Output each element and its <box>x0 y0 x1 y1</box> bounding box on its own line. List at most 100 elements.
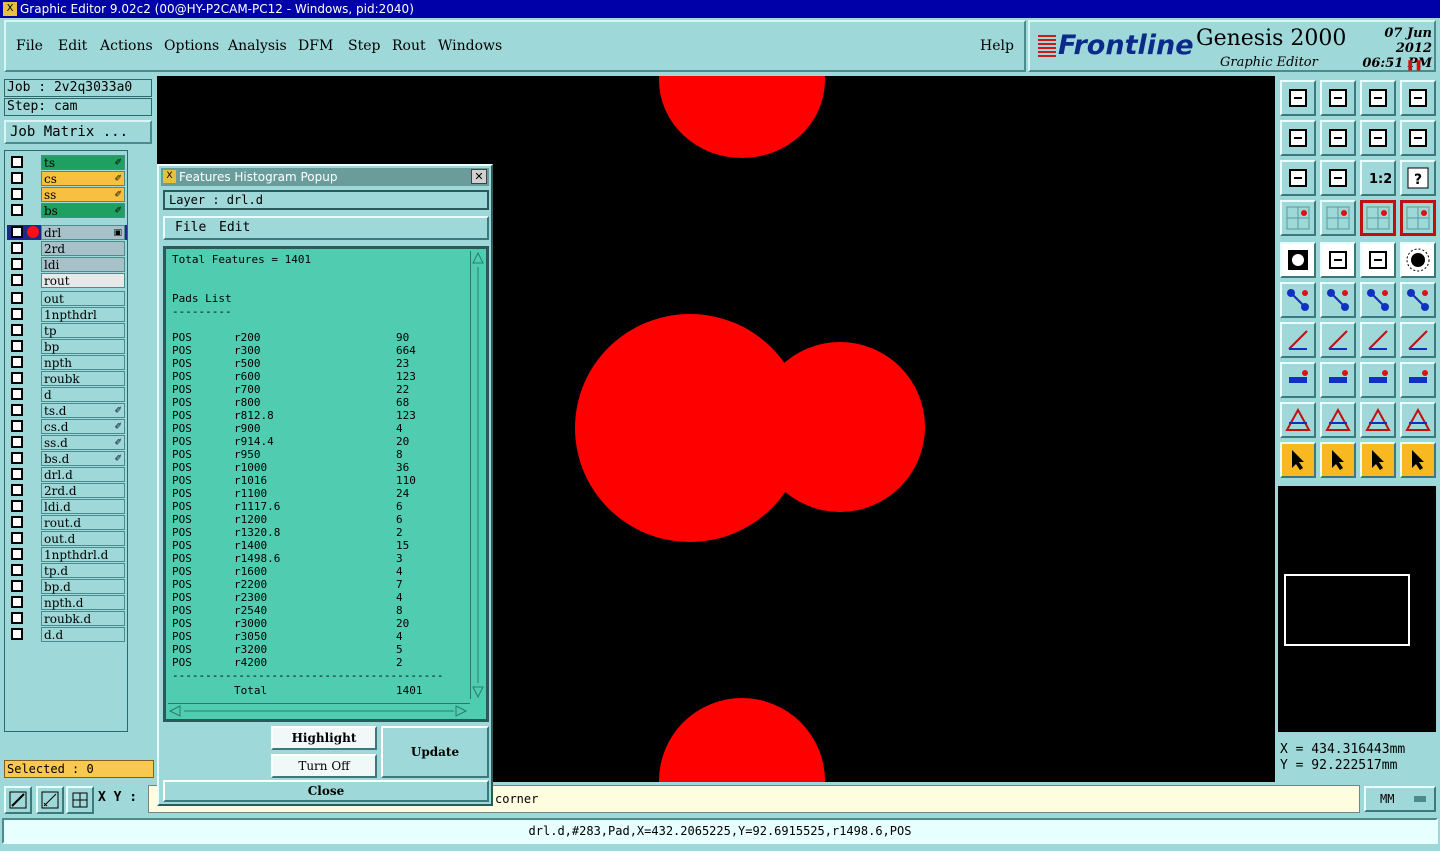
minimap-viewport[interactable] <box>1284 574 1410 646</box>
zoom-fit-icon[interactable] <box>4 786 32 814</box>
menu-file[interactable]: File <box>16 38 43 54</box>
triangle-c-icon[interactable] <box>1360 402 1396 438</box>
connect-pads-icon[interactable] <box>1280 282 1316 318</box>
layer-checkbox[interactable] <box>11 388 23 400</box>
transform-icon[interactable] <box>1400 362 1436 398</box>
layer-row[interactable]: bp <box>7 339 127 354</box>
minimap[interactable] <box>1278 486 1436 732</box>
move-feature-icon[interactable] <box>1400 282 1436 318</box>
pad-tool-icon[interactable] <box>1280 362 1316 398</box>
close-button[interactable]: Close <box>163 780 489 802</box>
layer-row[interactable]: ldi.d <box>7 499 127 514</box>
close-icon[interactable]: ✕ <box>471 169 487 184</box>
layer-row[interactable]: ldi <box>7 257 127 272</box>
vertical-scrollbar[interactable] <box>470 251 484 699</box>
layer-checkbox[interactable] <box>11 548 23 560</box>
layer-row[interactable]: 1npthdrl <box>7 307 127 322</box>
layer-checkbox[interactable] <box>11 452 23 464</box>
layer-row[interactable]: 1npthdrl.d <box>7 547 127 562</box>
home-icon[interactable] <box>1360 80 1396 116</box>
highlight-button[interactable]: Highlight <box>271 726 377 750</box>
layer-row[interactable]: out.d <box>7 531 127 546</box>
update-button[interactable]: Update <box>381 726 489 778</box>
layer-checkbox[interactable] <box>11 420 23 432</box>
surface-icon[interactable] <box>1320 362 1356 398</box>
layer-row[interactable]: 2rd.d <box>7 483 127 498</box>
layer-row[interactable]: d.d <box>7 627 127 642</box>
layer-checkbox[interactable] <box>11 226 23 238</box>
layer-checkbox[interactable] <box>11 308 23 320</box>
layer-checkbox[interactable] <box>11 468 23 480</box>
menu-options[interactable]: Options <box>164 38 219 54</box>
layer-row[interactable]: ss ✐ <box>7 187 127 202</box>
layer-row[interactable]: rout.d <box>7 515 127 530</box>
layer-checkbox[interactable] <box>11 484 23 496</box>
layer-checkbox[interactable] <box>11 628 23 640</box>
ruler-icon[interactable] <box>1360 242 1396 278</box>
layer-checkbox[interactable] <box>11 324 23 336</box>
menu-actions[interactable]: Actions <box>100 38 153 54</box>
layer-row[interactable]: npth.d <box>7 595 127 610</box>
add-line-icon[interactable] <box>1360 282 1396 318</box>
snap-layer-alt-icon[interactable] <box>1400 200 1436 236</box>
layer-checkbox[interactable] <box>11 404 23 416</box>
pan-icon[interactable] <box>1320 160 1356 196</box>
layer-row[interactable]: rout <box>7 273 127 288</box>
layer-checkbox[interactable] <box>11 292 23 304</box>
layer-row[interactable]: cs.d ✐ <box>7 419 127 434</box>
layer-checkbox[interactable] <box>11 532 23 544</box>
job-matrix-button[interactable]: Job Matrix ... <box>4 120 152 144</box>
scale-1-2-icon[interactable]: 1:2 <box>1360 160 1396 196</box>
layer-row[interactable]: ts ✐ <box>7 155 127 170</box>
zoom-home-icon[interactable] <box>1280 160 1316 196</box>
layer-checkbox[interactable] <box>11 612 23 624</box>
redo-icon[interactable] <box>1400 120 1436 156</box>
units-select[interactable]: MM <box>1364 786 1436 812</box>
layer-row[interactable]: npth <box>7 355 127 370</box>
layer-checkbox[interactable] <box>11 258 23 270</box>
layer-checkbox[interactable] <box>11 340 23 352</box>
arc-icon[interactable] <box>1360 322 1396 358</box>
layer-row[interactable]: out <box>7 291 127 306</box>
layer-checkbox[interactable] <box>11 274 23 286</box>
layer-checkbox[interactable] <box>11 516 23 528</box>
grid-icon[interactable] <box>1320 200 1356 236</box>
layer-checkbox[interactable] <box>11 204 23 216</box>
window-icon[interactable] <box>1400 80 1436 116</box>
snap-layer-icon[interactable] <box>1360 200 1396 236</box>
popup-menu-file[interactable]: File <box>175 218 206 238</box>
layer-checkbox[interactable] <box>11 596 23 608</box>
measure-tool-icon[interactable] <box>1360 362 1396 398</box>
line-tool-icon[interactable] <box>1320 322 1356 358</box>
menu-windows[interactable]: Windows <box>438 38 502 54</box>
menu-rout[interactable]: Rout <box>392 38 426 54</box>
popup-menu-edit[interactable]: Edit <box>219 218 250 238</box>
menu-edit[interactable]: Edit <box>58 38 87 54</box>
mirror-icon[interactable] <box>1400 322 1436 358</box>
help-icon[interactable]: ? <box>1400 160 1436 196</box>
layer-row[interactable]: drl.d <box>7 467 127 482</box>
save-icon[interactable] <box>1320 80 1356 116</box>
menu-analysis[interactable]: Analysis <box>228 38 287 54</box>
layer-checkbox[interactable] <box>11 188 23 200</box>
menu-help[interactable]: Help <box>980 38 1014 54</box>
layer-checkbox[interactable] <box>11 580 23 592</box>
layer-row[interactable]: tp <box>7 323 127 338</box>
layer-row[interactable]: ts.d ✐ <box>7 403 127 418</box>
layer-row[interactable]: roubk <box>7 371 127 386</box>
triangle-d-icon[interactable] <box>1400 402 1436 438</box>
angle-icon[interactable] <box>1280 322 1316 358</box>
layer-checkbox[interactable] <box>11 156 23 168</box>
pointer-alt-icon[interactable] <box>1360 442 1396 478</box>
triangle-b-icon[interactable] <box>1320 402 1356 438</box>
next-view-icon[interactable] <box>1320 120 1356 156</box>
turn-off-button[interactable]: Turn Off <box>271 754 377 778</box>
settings-icon[interactable] <box>1280 200 1316 236</box>
layer-checkbox[interactable] <box>11 436 23 448</box>
menu-step[interactable]: Step <box>348 38 380 54</box>
drill-pad-icon[interactable] <box>1400 242 1436 278</box>
layer-checkbox[interactable] <box>11 500 23 512</box>
route-icon[interactable] <box>1400 442 1436 478</box>
layer-checkbox[interactable] <box>11 372 23 384</box>
layer-row[interactable]: tp.d <box>7 563 127 578</box>
